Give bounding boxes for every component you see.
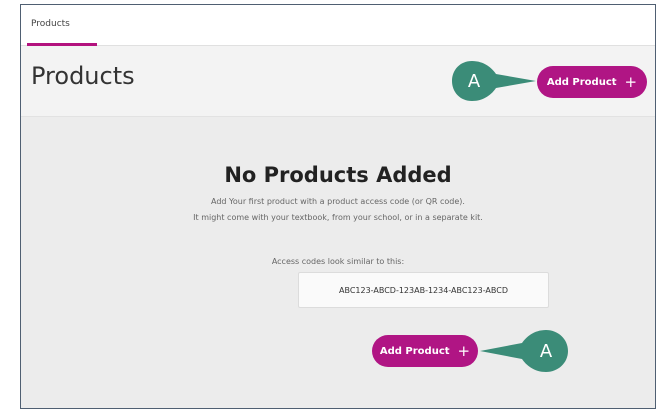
tab-bar: Products (21, 5, 655, 46)
empty-state-title: No Products Added (224, 163, 452, 187)
sample-access-code: ABC123-ABCD-123AB-1234-ABC123-ABCD (298, 272, 549, 308)
tab-products[interactable]: Products (31, 19, 70, 29)
callout-label-bottom: A (539, 340, 553, 362)
access-code-hint: Access codes look similar to this: (271, 257, 405, 266)
empty-state-description-2: It might come with your textbook, from y… (193, 213, 483, 222)
page-header: Products Add Product + (21, 46, 655, 117)
add-product-label: Add Product (546, 76, 617, 88)
add-product-button-header[interactable]: Add Product + (537, 66, 647, 98)
add-product-button[interactable]: Add Product + (372, 335, 478, 367)
callout-label-top: A (467, 70, 481, 92)
add-product-label: Add Product (379, 345, 450, 357)
plus-icon: + (624, 72, 638, 91)
sample-access-code-text: ABC123-ABCD-123AB-1234-ABC123-ABCD (339, 285, 508, 295)
page-title: Products (31, 62, 135, 90)
plus-icon: + (457, 341, 471, 360)
empty-state-description: Add Your first product with a product ac… (211, 197, 465, 206)
